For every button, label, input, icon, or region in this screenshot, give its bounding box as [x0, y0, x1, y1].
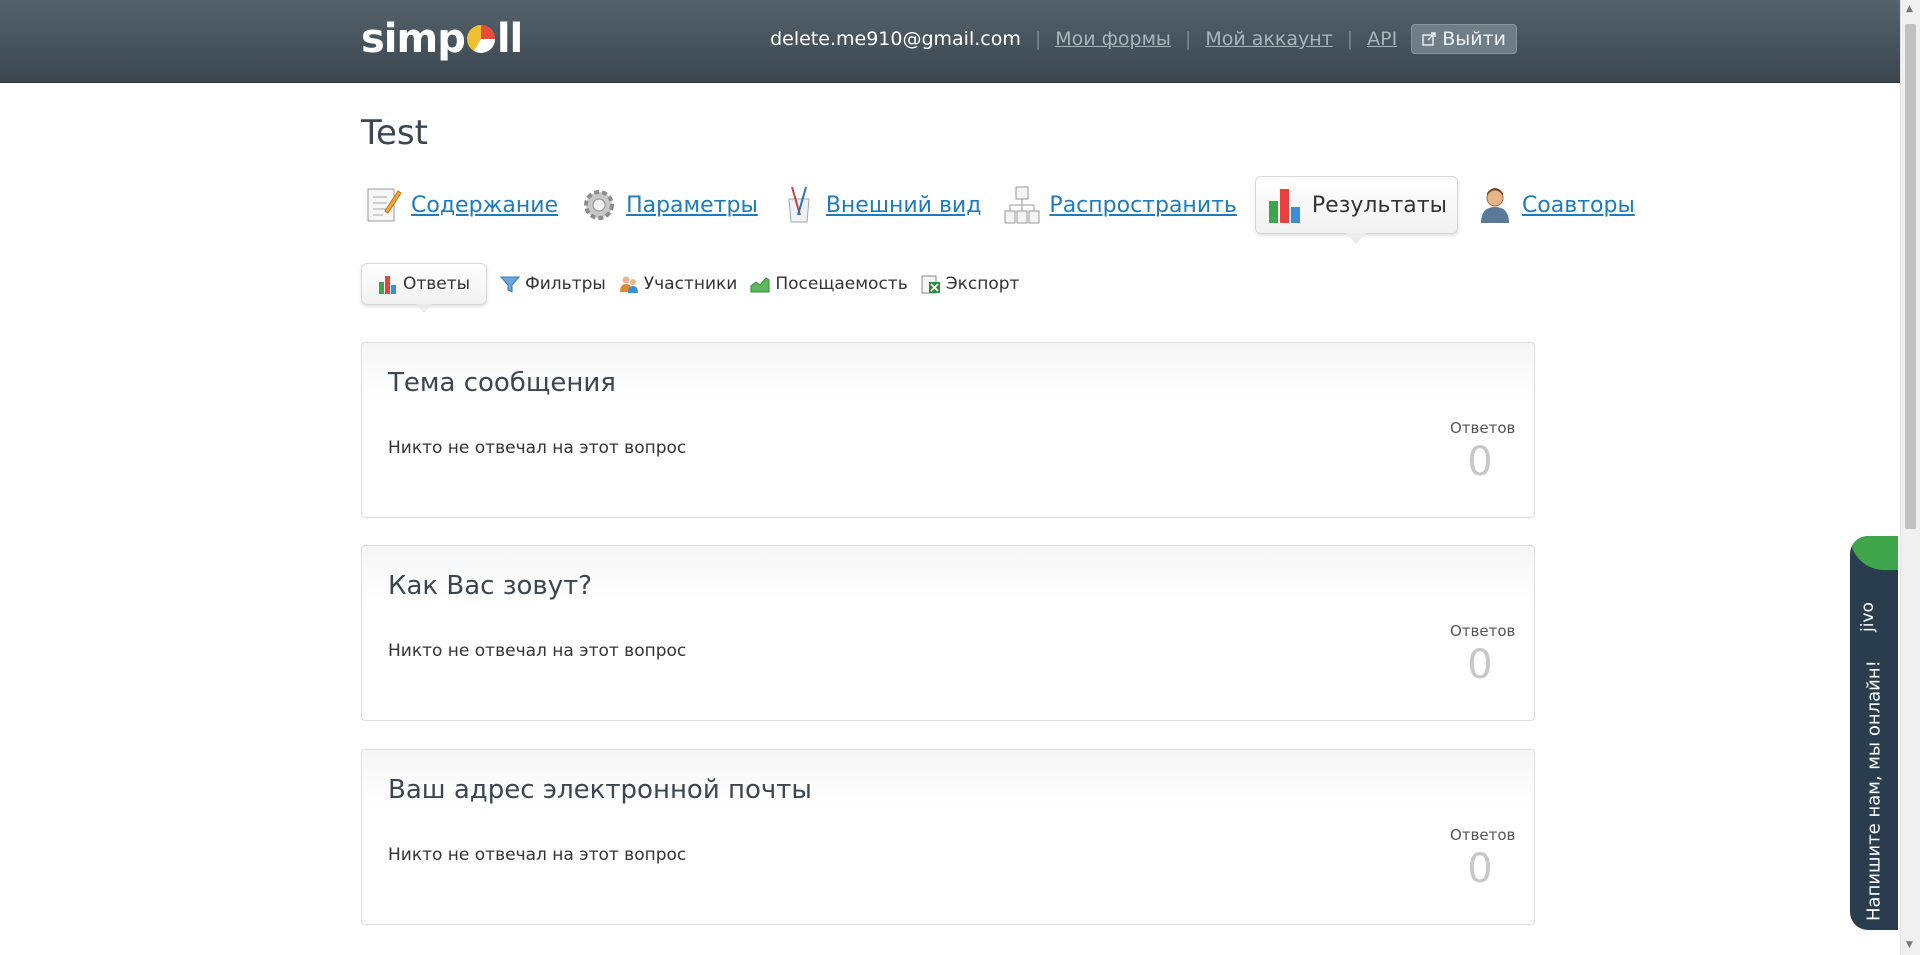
share-tree-icon: [1004, 186, 1040, 224]
answers-count-label: Ответов: [1450, 622, 1516, 640]
sub-tabs: Ответы Фильтры Участники Посещаемость Эк…: [361, 262, 1020, 313]
subtab-filters[interactable]: Фильтры: [500, 264, 606, 304]
chat-leaf-icon: [1850, 536, 1898, 570]
answers-count: 0: [1467, 846, 1493, 892]
line-chart-icon: [750, 277, 770, 293]
question-card: Ваш адрес электронной почты Никто не отв…: [361, 749, 1535, 925]
scroll-up-arrow-icon[interactable]: ▲: [1906, 4, 1913, 14]
subtab-label: Посещаемость: [775, 274, 908, 294]
logo-pie-icon: [466, 25, 495, 53]
main-tabs: Содержание Параметры Внешний вид Распрос…: [361, 175, 1639, 244]
tab-share[interactable]: Распространить: [999, 177, 1240, 233]
funnel-icon: [500, 276, 521, 293]
tab-settings[interactable]: Параметры: [576, 177, 762, 233]
subtab-label: Экспорт: [945, 274, 1020, 294]
tab-label: Результаты: [1311, 192, 1447, 218]
user-icon: [1480, 188, 1509, 223]
subtab-label: Ответы: [403, 274, 471, 294]
question-title: Тема сообщения: [388, 368, 616, 398]
top-header-bar: simp ll delete.me910@gmail.com | Мои фор…: [0, 0, 1900, 83]
user-email: delete.me910@gmail.com: [770, 28, 1021, 50]
tab-appearance[interactable]: Внешний вид: [776, 177, 986, 233]
chat-message: Напишите нам, мы онлайн!: [1863, 660, 1885, 922]
tab-results[interactable]: Результаты: [1254, 176, 1458, 244]
answers-count: 0: [1467, 439, 1493, 485]
answers-count-label: Ответов: [1450, 419, 1516, 437]
simpoll-logo[interactable]: simp ll: [361, 14, 523, 64]
no-answers-text: Никто не отвечал на этот вопрос: [388, 438, 687, 458]
chat-widget[interactable]: jivo Напишите нам, мы онлайн!: [1850, 536, 1898, 930]
tab-label[interactable]: Соавторы: [1522, 193, 1635, 218]
no-answers-text: Никто не отвечал на этот вопрос: [388, 845, 687, 865]
answers-count-label: Ответов: [1450, 826, 1516, 844]
edit-form-icon: [367, 188, 402, 222]
subtab-label: Фильтры: [525, 274, 606, 294]
bar-chart-icon: [379, 276, 396, 294]
subtab-answers[interactable]: Ответы: [361, 263, 488, 313]
subtab-traffic[interactable]: Посещаемость: [750, 264, 908, 304]
gear-icon: [584, 190, 615, 220]
question-card: Как Вас зовут? Никто не отвечал на этот …: [361, 545, 1535, 721]
logout-label: Выйти: [1442, 28, 1506, 50]
subtab-participants[interactable]: Участники: [619, 264, 738, 304]
no-answers-text: Никто не отвечал на этот вопрос: [388, 641, 687, 661]
question-card: Тема сообщения Никто не отвечал на этот …: [361, 342, 1535, 518]
subtab-label: Участники: [643, 274, 738, 294]
tab-label[interactable]: Содержание: [411, 193, 558, 218]
nav-separator: |: [1034, 28, 1042, 50]
external-link-icon: [1422, 32, 1436, 46]
vertical-scrollbar[interactable]: ▲ ▼: [1900, 0, 1920, 955]
bar-chart-icon: [1268, 189, 1300, 223]
my-forms-link[interactable]: Мои формы: [1055, 28, 1171, 50]
scroll-down-arrow-icon[interactable]: ▼: [1906, 940, 1913, 950]
tab-label[interactable]: Распространить: [1049, 193, 1236, 218]
nav-separator: |: [1184, 28, 1192, 50]
page-title: Test: [361, 113, 428, 153]
my-account-link[interactable]: Мой аккаунт: [1205, 28, 1332, 50]
api-link[interactable]: API: [1367, 28, 1397, 50]
question-title: Ваш адрес электронной почты: [388, 775, 812, 805]
tab-content[interactable]: Содержание: [361, 177, 562, 233]
nav-separator: |: [1346, 28, 1354, 50]
tab-label[interactable]: Внешний вид: [826, 193, 982, 218]
logout-button[interactable]: Выйти: [1411, 24, 1517, 54]
subtab-export[interactable]: Экспорт: [921, 264, 1020, 304]
question-title: Как Вас зовут?: [388, 571, 593, 601]
excel-export-icon: [921, 275, 940, 294]
answers-count: 0: [1467, 642, 1493, 688]
top-navigation: delete.me910@gmail.com | Мои формы | Мой…: [770, 24, 1517, 54]
tab-coauthors[interactable]: Соавторы: [1472, 177, 1639, 233]
scrollbar-thumb[interactable]: [1905, 24, 1916, 529]
tab-label[interactable]: Параметры: [626, 193, 758, 218]
users-icon: [619, 276, 638, 293]
chat-brand: jivo: [1858, 602, 1878, 632]
paint-brushes-icon: [788, 186, 810, 223]
